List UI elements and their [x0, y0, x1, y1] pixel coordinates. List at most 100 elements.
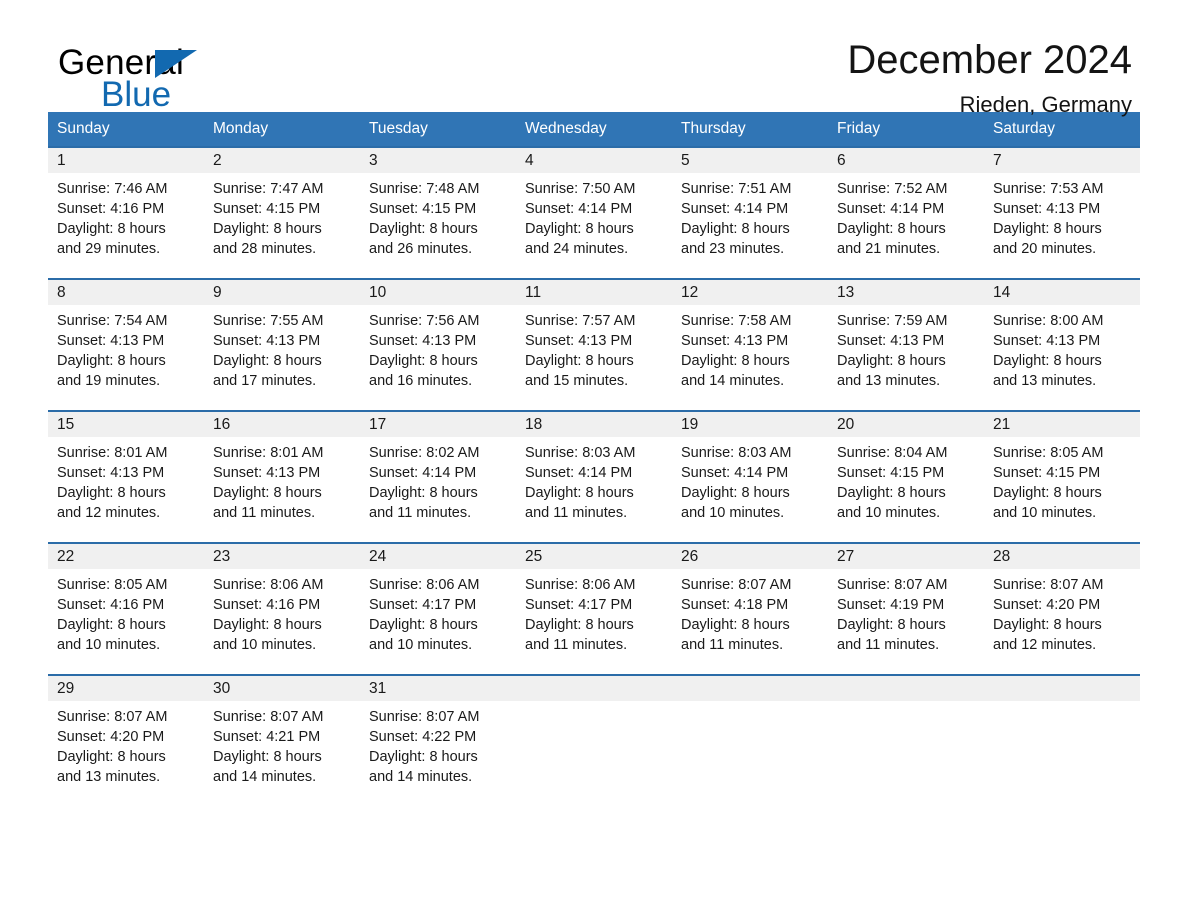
day-cell[interactable]: 12 Sunrise: 7:58 AM Sunset: 4:13 PM Dayligh… — [672, 278, 828, 396]
logo-text-blue: Blue — [101, 75, 172, 114]
day-cell[interactable]: 4 Sunrise: 7:50 AM Sunset: 4:14 PM Daylight… — [516, 146, 672, 264]
day-cell[interactable]: 14 Sunrise: 8:00 AM Sunset: 4:13 PM Dayligh… — [984, 278, 1140, 396]
weekday-header-sunday: Sunday — [48, 112, 204, 147]
day-cell[interactable]: 16 Sunrise: 8:01 AM Sunset: 4:13 PM Dayligh… — [204, 410, 360, 528]
daylight-duration-line1: Daylight: 8 hours — [681, 353, 790, 369]
day-details: Sunrise: 7:51 AM Sunset: 4:14 PM Daylight:… — [672, 173, 828, 259]
daylight-duration-line1: Daylight: 8 hours — [681, 617, 790, 633]
day-number: 8 — [57, 283, 66, 301]
sunrise-time: Sunrise: 7:48 AM — [369, 181, 480, 197]
day-cell[interactable]: 13 Sunrise: 7:59 AM Sunset: 4:13 PM Dayligh… — [828, 278, 984, 396]
daylight-duration-line2: and 10 minutes. — [837, 505, 941, 521]
daylight-duration-line2: and 10 minutes. — [681, 505, 785, 521]
day-cell[interactable]: 24 Sunrise: 8:06 AM Sunset: 4:17 PM Dayligh… — [360, 542, 516, 660]
daylight-duration-line1: Daylight: 8 hours — [213, 221, 322, 237]
day-cell[interactable]: 15 Sunrise: 8:01 AM Sunset: 4:13 PM Dayligh… — [48, 410, 204, 528]
daylight-duration-line1: Daylight: 8 hours — [369, 617, 478, 633]
day-number: 19 — [681, 415, 699, 433]
sunrise-time: Sunrise: 8:07 AM — [213, 709, 324, 725]
day-cell[interactable]: 20 Sunrise: 8:04 AM Sunset: 4:15 PM Dayligh… — [828, 410, 984, 528]
day-number-band: 7 — [984, 148, 1140, 173]
day-details: Sunrise: 8:03 AM Sunset: 4:14 PM Daylight:… — [672, 437, 828, 523]
day-cell[interactable]: 25 Sunrise: 8:06 AM Sunset: 4:17 PM Dayligh… — [516, 542, 672, 660]
sunrise-time: Sunrise: 7:50 AM — [525, 181, 636, 197]
day-details: Sunrise: 7:48 AM Sunset: 4:15 PM Daylight:… — [360, 173, 516, 259]
day-cell-inner: 3 Sunrise: 7:48 AM Sunset: 4:15 PM Daylight… — [360, 148, 516, 264]
day-number: 15 — [57, 415, 75, 433]
page-header: General Blue December 2024 Rieden, Germa… — [48, 0, 1140, 117]
sunrise-time: Sunrise: 7:51 AM — [681, 181, 792, 197]
sunrise-time: Sunrise: 7:56 AM — [369, 313, 480, 329]
day-cell[interactable]: 17 Sunrise: 8:02 AM Sunset: 4:14 PM Dayligh… — [360, 410, 516, 528]
day-cell[interactable]: 10 Sunrise: 7:56 AM Sunset: 4:13 PM Dayligh… — [360, 278, 516, 396]
day-cell[interactable]: 26 Sunrise: 8:07 AM Sunset: 4:18 PM Dayligh… — [672, 542, 828, 660]
day-number-band: 14 — [984, 280, 1140, 305]
day-details: Sunrise: 8:06 AM Sunset: 4:16 PM Daylight:… — [204, 569, 360, 655]
week-spacer-cell — [204, 264, 360, 279]
triangle-flag-icon — [155, 50, 197, 78]
day-cell[interactable]: 27 Sunrise: 8:07 AM Sunset: 4:19 PM Dayligh… — [828, 542, 984, 660]
daylight-duration-line1: Daylight: 8 hours — [681, 485, 790, 501]
daylight-duration-line2: and 20 minutes. — [993, 241, 1097, 257]
day-cell[interactable]: 28 Sunrise: 8:07 AM Sunset: 4:20 PM Dayligh… — [984, 542, 1140, 660]
sunrise-time: Sunrise: 7:46 AM — [57, 181, 168, 197]
day-cell[interactable]: 30 Sunrise: 8:07 AM Sunset: 4:21 PM Dayligh… — [204, 674, 360, 792]
sunrise-time: Sunrise: 7:59 AM — [837, 313, 948, 329]
sunset-time: Sunset: 4:14 PM — [837, 201, 945, 217]
day-cell[interactable]: 22 Sunrise: 8:05 AM Sunset: 4:16 PM Dayligh… — [48, 542, 204, 660]
day-cell[interactable]: 5 Sunrise: 7:51 AM Sunset: 4:14 PM Daylight… — [672, 146, 828, 264]
weekday-header-tuesday: Tuesday — [360, 112, 516, 147]
day-number-band: 23 — [204, 544, 360, 569]
daylight-duration-line1: Daylight: 8 hours — [837, 617, 946, 633]
sunrise-time: Sunrise: 7:55 AM — [213, 313, 324, 329]
day-number: 21 — [993, 415, 1011, 433]
day-cell-inner: 27 Sunrise: 8:07 AM Sunset: 4:19 PM Dayligh… — [828, 544, 984, 660]
day-cell[interactable]: 19 Sunrise: 8:03 AM Sunset: 4:14 PM Dayligh… — [672, 410, 828, 528]
day-number: 14 — [993, 283, 1011, 301]
daylight-duration-line2: and 11 minutes. — [369, 505, 472, 521]
day-number-band: 5 — [672, 148, 828, 173]
day-details: Sunrise: 7:47 AM Sunset: 4:15 PM Daylight:… — [204, 173, 360, 259]
day-number-band: 8 — [48, 280, 204, 305]
day-cell-inner: 11 Sunrise: 7:57 AM Sunset: 4:13 PM Dayligh… — [516, 280, 672, 396]
daylight-duration-line2: and 19 minutes. — [57, 373, 161, 389]
day-number: 28 — [993, 547, 1011, 565]
day-details: Sunrise: 8:05 AM Sunset: 4:16 PM Daylight:… — [48, 569, 204, 655]
day-details — [516, 701, 672, 707]
day-number-band: 16 — [204, 412, 360, 437]
day-cell[interactable]: 29 Sunrise: 8:07 AM Sunset: 4:20 PM Dayligh… — [48, 674, 204, 792]
day-number: 29 — [57, 679, 75, 697]
day-number-band: 1 — [48, 148, 204, 173]
week-spacer-cell — [828, 264, 984, 279]
generalblue-logo[interactable]: General Blue — [58, 44, 318, 114]
week-spacer-cell — [516, 396, 672, 411]
day-cell[interactable]: 18 Sunrise: 8:03 AM Sunset: 4:14 PM Dayligh… — [516, 410, 672, 528]
page-title: December 2024 — [847, 38, 1132, 82]
day-cell[interactable]: 21 Sunrise: 8:05 AM Sunset: 4:15 PM Dayligh… — [984, 410, 1140, 528]
day-cell[interactable]: 1 Sunrise: 7:46 AM Sunset: 4:16 PM Daylight… — [48, 146, 204, 264]
sunset-time: Sunset: 4:14 PM — [525, 465, 633, 481]
day-number: 6 — [837, 151, 846, 169]
day-cell[interactable]: 8 Sunrise: 7:54 AM Sunset: 4:13 PM Daylight… — [48, 278, 204, 396]
day-cell[interactable]: 9 Sunrise: 7:55 AM Sunset: 4:13 PM Daylight… — [204, 278, 360, 396]
day-cell[interactable]: 7 Sunrise: 7:53 AM Sunset: 4:13 PM Daylight… — [984, 146, 1140, 264]
daylight-duration-line2: and 14 minutes. — [213, 769, 317, 785]
day-cell[interactable]: 31 Sunrise: 8:07 AM Sunset: 4:22 PM Dayligh… — [360, 674, 516, 792]
day-cell[interactable]: 2 Sunrise: 7:47 AM Sunset: 4:15 PM Daylight… — [204, 146, 360, 264]
sunset-time: Sunset: 4:18 PM — [681, 597, 789, 613]
day-details — [828, 701, 984, 707]
day-cell[interactable]: 3 Sunrise: 7:48 AM Sunset: 4:15 PM Daylight… — [360, 146, 516, 264]
day-cell[interactable]: 6 Sunrise: 7:52 AM Sunset: 4:14 PM Daylight… — [828, 146, 984, 264]
daylight-duration-line2: and 24 minutes. — [525, 241, 629, 257]
title-block: December 2024 Rieden, Germany — [847, 36, 1132, 120]
day-number: 4 — [525, 151, 534, 169]
daylight-duration-line2: and 28 minutes. — [213, 241, 317, 257]
day-cell-inner — [672, 676, 828, 792]
daylight-duration-line2: and 23 minutes. — [681, 241, 785, 257]
day-number-band: 15 — [48, 412, 204, 437]
day-cell[interactable]: 11 Sunrise: 7:57 AM Sunset: 4:13 PM Dayligh… — [516, 278, 672, 396]
week-spacer-cell — [984, 660, 1140, 675]
sunrise-time: Sunrise: 8:00 AM — [993, 313, 1104, 329]
week-spacer-cell — [48, 660, 204, 675]
day-cell[interactable]: 23 Sunrise: 8:06 AM Sunset: 4:16 PM Dayligh… — [204, 542, 360, 660]
